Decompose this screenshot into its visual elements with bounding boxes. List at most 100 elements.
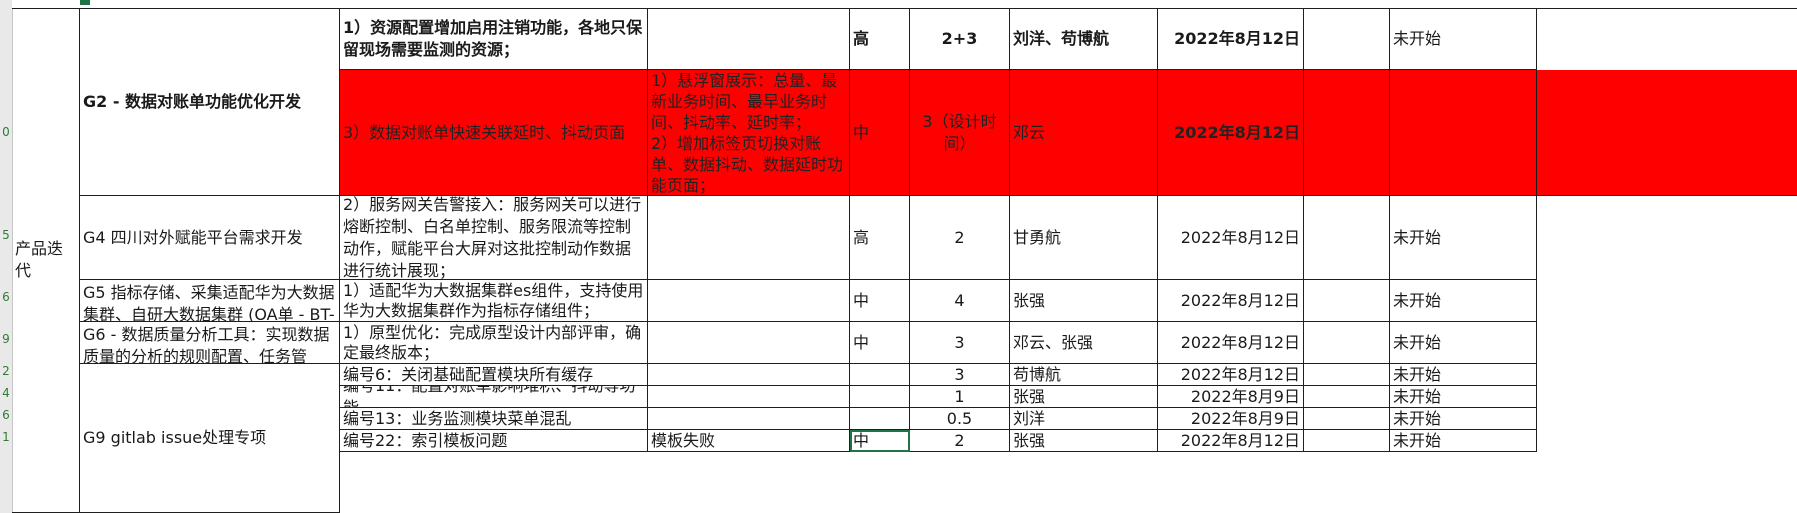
owner-cell[interactable]: 甘勇航 xyxy=(1010,196,1158,280)
detail-cell[interactable]: 1）悬浮窗展示：总量、最新业务时间、最早业务时间、抖动率、延时率； 2）增加标签… xyxy=(648,70,850,196)
owner-cell[interactable]: 苟博航 xyxy=(1010,364,1158,386)
priority-cell[interactable]: 中 xyxy=(850,322,910,364)
task-cell[interactable]: 2）服务网关告警接入：服务网关可以进行熔断控制、白名单控制、服务限流等控制动作，… xyxy=(340,196,648,280)
note-cell[interactable] xyxy=(1304,430,1390,452)
task-cell[interactable]: 编号11：配置对账单影响堆积、抖动等功能 xyxy=(340,386,648,408)
note-cell[interactable] xyxy=(1304,8,1390,70)
priority-cell[interactable]: 中 xyxy=(850,70,910,196)
task-text: 2）服务网关告警接入：服务网关可以进行熔断控制、白名单控制、服务限流等控制动作，… xyxy=(343,196,642,280)
status-cell[interactable]: 未开始 xyxy=(1390,364,1537,386)
status-cell[interactable]: 未开始 xyxy=(1390,8,1537,70)
detail-cell[interactable] xyxy=(648,364,850,386)
priority-cell[interactable]: 高 xyxy=(850,8,910,70)
date-cell[interactable]: 2022年8月9日 xyxy=(1158,386,1304,408)
priority-text: 中 xyxy=(853,122,870,142)
status-cell[interactable]: 未开始 xyxy=(1390,430,1537,452)
row-header[interactable]: 5 xyxy=(0,228,12,242)
days-cell[interactable]: 4 xyxy=(910,280,1010,322)
detail-cell[interactable] xyxy=(648,196,850,280)
row-header[interactable]: 2 xyxy=(0,364,12,378)
owner-cell[interactable]: 张强 xyxy=(1010,430,1158,452)
detail-cell[interactable] xyxy=(648,322,850,364)
task-text: 1）原型优化：完成原型设计内部评审，确定最终版本； xyxy=(343,322,642,362)
days-cell[interactable]: 3 xyxy=(910,322,1010,364)
priority-cell[interactable]: 中 xyxy=(850,280,910,322)
selection-marker xyxy=(80,0,90,5)
days-cell[interactable]: 3（设计时间） xyxy=(910,70,1010,196)
priority-cell[interactable] xyxy=(850,364,910,386)
status-text: 未开始 xyxy=(1393,364,1442,384)
task-cell[interactable]: 3）数据对账单快速关联延时、抖动页面 xyxy=(340,70,648,196)
owner-cell[interactable]: 刘洋 xyxy=(1010,408,1158,430)
date-cell[interactable]: 2022年8月9日 xyxy=(1158,408,1304,430)
task-text: 编号13：业务监测模块菜单混乱 xyxy=(343,408,572,428)
owner-cell[interactable]: 张强 xyxy=(1010,280,1158,322)
task-cell[interactable]: 编号6：关闭基础配置模块所有缓存 xyxy=(340,364,648,386)
row-header[interactable]: 6 xyxy=(0,290,12,304)
date-cell[interactable]: 2022年8月12日 xyxy=(1158,322,1304,364)
note-cell[interactable] xyxy=(1304,408,1390,430)
date-cell[interactable]: 2022年8月12日 xyxy=(1158,8,1304,70)
date-cell[interactable]: 2022年8月12日 xyxy=(1158,70,1304,196)
priority-cell[interactable]: 高 xyxy=(850,196,910,280)
days-cell[interactable]: 1 xyxy=(910,386,1010,408)
owner-text: 张强 xyxy=(1013,290,1046,310)
row-header[interactable]: 0 xyxy=(0,125,12,139)
owner-cell[interactable]: 张强 xyxy=(1010,386,1158,408)
group-cell-g2[interactable]: G2 - 数据对账单功能优化开发 xyxy=(80,8,340,196)
priority-cell[interactable] xyxy=(850,386,910,408)
task-cell[interactable]: 1）适配华为大数据集群es组件，支持使用华为大数据集群作为指标存储组件； xyxy=(340,280,648,322)
task-cell[interactable]: 1）原型优化：完成原型设计内部评审，确定最终版本； xyxy=(340,322,648,364)
date-cell[interactable]: 2022年8月12日 xyxy=(1158,364,1304,386)
task-cell[interactable]: 1）资源配置增加启用注销功能，各地只保留现场需要监测的资源； xyxy=(340,8,648,70)
date-cell[interactable]: 2022年8月12日 xyxy=(1158,280,1304,322)
group-cell-g6[interactable]: G6 - 数据质量分析工具：实现数据质量的分析的规则配置、任务管理、 xyxy=(80,322,340,364)
status-cell[interactable]: 未开始 xyxy=(1390,408,1537,430)
detail-cell[interactable] xyxy=(648,408,850,430)
row-header[interactable]: 9 xyxy=(0,332,12,346)
detail-cell[interactable] xyxy=(648,8,850,70)
status-text: 未开始 xyxy=(1393,28,1442,48)
group-cell-g9[interactable]: G9 gitlab issue处理专项 xyxy=(80,364,340,513)
priority-cell[interactable] xyxy=(850,408,910,430)
owner-cell[interactable]: 邓云、张强 xyxy=(1010,322,1158,364)
task-cell[interactable]: 编号13：业务监测模块菜单混乱 xyxy=(340,408,648,430)
group-cell-g4[interactable]: G4 四川对外赋能平台需求开发 xyxy=(80,196,340,280)
note-cell[interactable] xyxy=(1304,386,1390,408)
days-cell[interactable]: 2+3 xyxy=(910,8,1010,70)
days-text: 2 xyxy=(954,430,965,450)
days-cell[interactable]: 0.5 xyxy=(910,408,1010,430)
note-cell[interactable] xyxy=(1304,280,1390,322)
status-cell[interactable]: 未开始 xyxy=(1390,196,1537,280)
detail-cell[interactable] xyxy=(648,280,850,322)
status-cell[interactable]: 未开始 xyxy=(1390,322,1537,364)
row-header[interactable]: 6 xyxy=(0,408,12,422)
owner-cell[interactable]: 邓云 xyxy=(1010,70,1158,196)
note-cell[interactable] xyxy=(1304,70,1390,196)
row-header[interactable]: 1 xyxy=(0,430,12,444)
row-header[interactable]: 4 xyxy=(0,386,12,400)
status-cell[interactable]: 未开始 xyxy=(1390,280,1537,322)
detail-cell[interactable] xyxy=(648,386,850,408)
note-cell[interactable] xyxy=(1304,196,1390,280)
owner-text: 苟博航 xyxy=(1013,364,1062,384)
days-cell[interactable]: 2 xyxy=(910,196,1010,280)
days-cell[interactable]: 3 xyxy=(910,364,1010,386)
owner-text: 邓云 xyxy=(1013,122,1046,142)
status-cell[interactable]: 未开始 xyxy=(1390,386,1537,408)
group-cell-g5[interactable]: G5 指标存储、采集适配华为大数据集群、自研大数据集群 (OA单 - BT- xyxy=(80,280,340,322)
status-text: 未开始 xyxy=(1393,227,1442,247)
detail-text: 模板失败 xyxy=(651,430,716,450)
priority-cell-selected[interactable]: 中 xyxy=(850,430,910,452)
status-cell[interactable] xyxy=(1390,70,1537,196)
note-cell[interactable] xyxy=(1304,364,1390,386)
note-cell[interactable] xyxy=(1304,322,1390,364)
category-cell[interactable]: 产品迭代 xyxy=(12,8,80,513)
owner-cell[interactable]: 刘洋、苟博航 xyxy=(1010,8,1158,70)
date-cell[interactable]: 2022年8月12日 xyxy=(1158,196,1304,280)
task-cell[interactable]: 编号22：索引模板问题 xyxy=(340,430,648,452)
detail-cell[interactable]: 模板失败 xyxy=(648,430,850,452)
date-cell[interactable]: 2022年8月12日 xyxy=(1158,430,1304,452)
days-cell[interactable]: 2 xyxy=(910,430,1010,452)
extra-cell[interactable] xyxy=(1537,70,1797,196)
